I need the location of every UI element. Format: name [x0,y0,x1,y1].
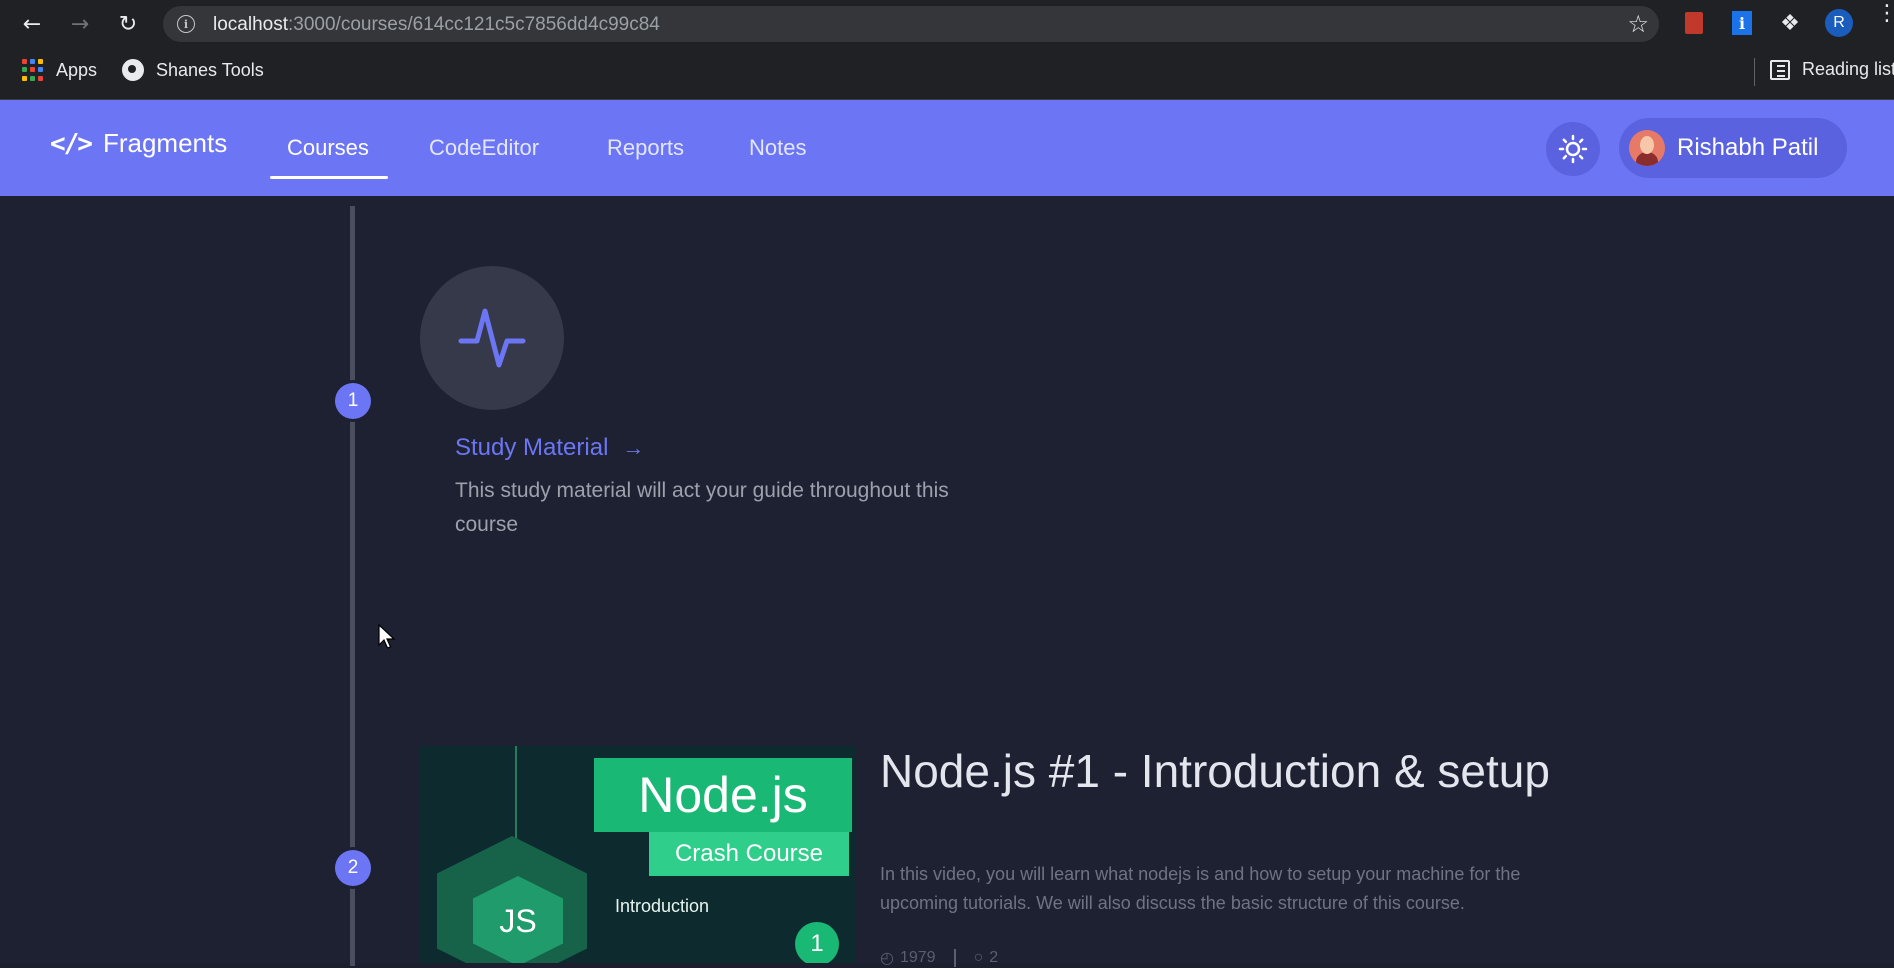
extension-red-icon[interactable] [1681,10,1707,36]
extensions-puzzle-icon[interactable]: ❖ [1777,10,1803,36]
brand-name: Fragments [102,128,228,158]
bookmarks-bar: Apps Shanes Tools Reading list [0,46,1894,100]
bookmark-star-icon[interactable]: ☆ [1627,10,1649,38]
user-name: Rishabh Patil [1677,134,1819,161]
url-path: :3000/courses/614cc121c5c7856dd4c99c84 [288,14,660,35]
comments-count: 2 [989,949,999,966]
thumbnail-decoration [515,746,517,846]
reading-list-button[interactable]: Reading list [1770,59,1894,80]
course-content: 1 Study Material → This study material w… [0,196,1894,967]
timeline-step-2: 2 [335,850,371,886]
address-bar[interactable]: i localhost:3000/courses/614cc121c5c7856… [163,6,1659,42]
extension-info-icon[interactable]: i [1729,10,1755,36]
study-material-icon-circle [420,266,564,410]
video-thumbnail[interactable]: JS Node.js Crash Course Introduction 1 [419,746,856,963]
reading-list-icon [1770,59,1790,80]
video-title[interactable]: Node.js #1 - Introduction & setup [880,744,1580,798]
thumbnail-subtitle: Crash Course [649,832,849,876]
url-text[interactable]: localhost:3000/courses/614cc121c5c7856dd… [213,14,660,36]
mouse-cursor-icon [378,624,396,649]
reload-icon[interactable]: ↻ [112,8,144,40]
bookmark-apps-label: Apps [56,59,98,80]
bookmark-shanes-tools[interactable]: Shanes Tools [122,59,264,81]
back-icon[interactable]: ← [16,8,48,40]
globe-icon [122,59,144,81]
active-tab-underline [270,176,388,179]
thumbnail-label: Introduction [615,896,710,916]
timeline-step-1: 1 [335,383,371,419]
bookmark-apps[interactable]: Apps [22,59,97,81]
nav-link-codeeditor[interactable]: CodeEditor [429,135,539,161]
meta-divider [953,949,956,967]
profile-avatar[interactable]: R [1825,9,1853,37]
browser-toolbar: ← → ↻ i localhost:3000/courses/614cc121c… [0,0,1894,46]
thumbnail-episode-number: 1 [795,922,839,963]
video-meta: ◴ 1979 ○ 2 [880,948,998,968]
comments-icon: ○ [973,949,984,966]
reading-list-label: Reading list [1802,59,1894,79]
site-info-icon[interactable]: i [177,15,195,33]
browser-menu-icon[interactable]: ⋮ [1876,3,1894,25]
video-description: In this video, you will learn what nodej… [880,864,1521,913]
bookmarks-divider [1754,58,1755,86]
study-material-description: This study material will act your guide … [455,479,949,536]
bookmark-shanes-tools-label: Shanes Tools [156,59,264,80]
forward-icon[interactable]: → [64,8,96,40]
study-material-title: Study Material [455,434,609,461]
thumbnail-logo: Node.js [594,758,852,832]
brand-logo[interactable]: </> Fragments [50,128,227,159]
arrow-right-icon: → [622,435,645,460]
nav-link-notes[interactable]: Notes [749,135,806,161]
views-icon: ◴ [880,950,894,967]
study-material-link[interactable]: Study Material → [455,434,644,462]
sun-icon [1558,134,1588,164]
code-brackets-icon: </> [50,128,93,159]
activity-icon [458,308,526,368]
nav-link-reports[interactable]: Reports [607,135,684,161]
app-navbar: </> Fragments Courses CodeEditor Reports… [0,100,1894,196]
url-host: localhost [213,14,288,35]
nav-link-courses[interactable]: Courses [287,135,369,161]
apps-grid-icon [22,59,44,81]
views-count: 1979 [899,949,936,966]
theme-toggle-button[interactable] [1546,122,1600,176]
user-menu-button[interactable]: Rishabh Patil [1619,118,1847,178]
avatar [1629,130,1665,166]
